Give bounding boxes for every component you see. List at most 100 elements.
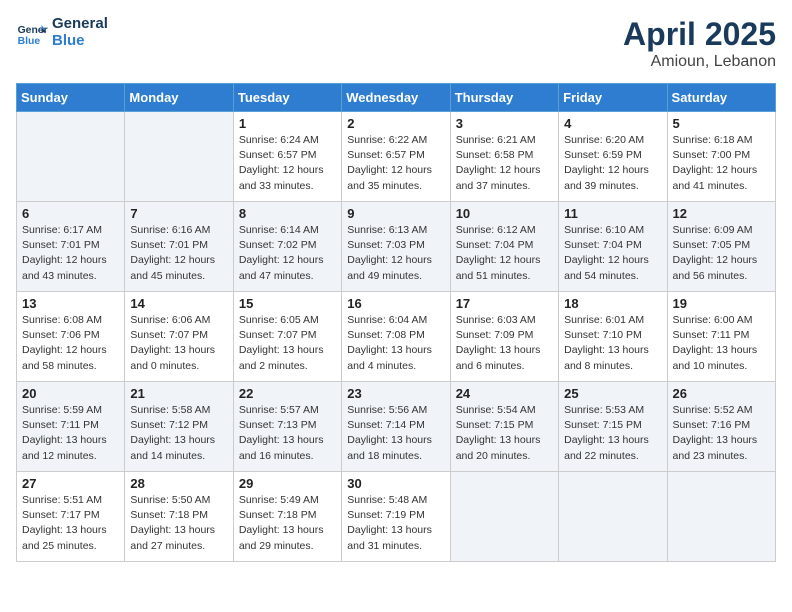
calendar-cell: 30 Sunrise: 5:48 AM Sunset: 7:19 PM Dayli… [342, 472, 450, 562]
day-number: 14 [130, 296, 227, 311]
day-info: Sunrise: 6:18 AM Sunset: 7:00 PM Dayligh… [673, 133, 770, 194]
day-number: 5 [673, 116, 770, 131]
calendar-cell: 22 Sunrise: 5:57 AM Sunset: 7:13 PM Dayli… [233, 382, 341, 472]
calendar-week-1: 1Sunrise: 6:24 AM Sunset: 6:57 PM Daylig… [17, 112, 776, 202]
day-info: Sunrise: 5:52 AM Sunset: 7:16 PM Dayligh… [673, 403, 770, 464]
calendar-cell: 3 Sunrise: 6:21 AM Sunset: 6:58 PM Daylig… [450, 112, 558, 202]
day-info: Sunrise: 6:04 AM Sunset: 7:08 PM Dayligh… [347, 313, 444, 374]
calendar-cell: 2 Sunrise: 6:22 AM Sunset: 6:57 PM Daylig… [342, 112, 450, 202]
calendar-table: SundayMondayTuesdayWednesdayThursdayFrid… [16, 83, 776, 562]
calendar-cell: 14 Sunrise: 6:06 AM Sunset: 7:07 PM Dayli… [125, 292, 233, 382]
day-number: 17 [456, 296, 553, 311]
day-number: 20 [22, 386, 119, 401]
calendar-cell: 8 Sunrise: 6:14 AM Sunset: 7:02 PM Daylig… [233, 202, 341, 292]
day-number: 13 [22, 296, 119, 311]
day-number: 4 [564, 116, 661, 131]
calendar-cell: 25Sunrise: 5:53 AM Sunset: 7:15 PM Dayli… [559, 382, 667, 472]
calendar-cell: 17 Sunrise: 6:03 AM Sunset: 7:09 PM Dayli… [450, 292, 558, 382]
day-number: 30 [347, 476, 444, 491]
day-number: 15 [239, 296, 336, 311]
svg-text:Blue: Blue [18, 36, 41, 47]
calendar-cell: 29 Sunrise: 5:49 AM Sunset: 7:18 PM Dayli… [233, 472, 341, 562]
day-number: 19 [673, 296, 770, 311]
calendar-cell: 5 Sunrise: 6:18 AM Sunset: 7:00 PM Daylig… [667, 112, 775, 202]
day-info: Sunrise: 6:03 AM Sunset: 7:09 PM Dayligh… [456, 313, 553, 374]
day-number: 7 [130, 206, 227, 221]
day-number: 10 [456, 206, 553, 221]
calendar-week-2: 6 Sunrise: 6:17 AM Sunset: 7:01 PM Daylig… [17, 202, 776, 292]
calendar-cell: 7 Sunrise: 6:16 AM Sunset: 7:01 PM Daylig… [125, 202, 233, 292]
calendar-cell: 13 Sunrise: 6:08 AM Sunset: 7:06 PM Dayli… [17, 292, 125, 382]
day-number: 9 [347, 206, 444, 221]
calendar-cell [667, 472, 775, 562]
day-info: Sunrise: 6:14 AM Sunset: 7:02 PM Dayligh… [239, 223, 336, 284]
day-number: 2 [347, 116, 444, 131]
day-number: 3 [456, 116, 553, 131]
calendar-cell: 19 Sunrise: 6:00 AM Sunset: 7:11 PM Dayli… [667, 292, 775, 382]
calendar-cell: 28Sunrise: 5:50 AM Sunset: 7:18 PM Dayli… [125, 472, 233, 562]
day-info: Sunrise: 5:54 AM Sunset: 7:15 PM Dayligh… [456, 403, 553, 464]
day-info: Sunrise: 5:56 AM Sunset: 7:14 PM Dayligh… [347, 403, 444, 464]
calendar-cell: 4 Sunrise: 6:20 AM Sunset: 6:59 PM Daylig… [559, 112, 667, 202]
day-info: Sunrise: 6:10 AM Sunset: 7:04 PM Dayligh… [564, 223, 661, 284]
calendar-cell: 20 Sunrise: 5:59 AM Sunset: 7:11 PM Dayli… [17, 382, 125, 472]
day-number: 24 [456, 386, 553, 401]
day-info: Sunrise: 6:13 AM Sunset: 7:03 PM Dayligh… [347, 223, 444, 284]
day-info: Sunrise: 6:20 AM Sunset: 6:59 PM Dayligh… [564, 133, 661, 194]
logo-icon: General Blue [16, 17, 48, 49]
day-number: 6 [22, 206, 119, 221]
day-number: 12 [673, 206, 770, 221]
calendar-week-5: 27 Sunrise: 5:51 AM Sunset: 7:17 PM Dayli… [17, 472, 776, 562]
day-info: Sunrise: 5:57 AM Sunset: 7:13 PM Dayligh… [239, 403, 336, 464]
day-info: Sunrise: 6:21 AM Sunset: 6:58 PM Dayligh… [456, 133, 553, 194]
calendar-cell: 18Sunrise: 6:01 AM Sunset: 7:10 PM Dayli… [559, 292, 667, 382]
day-info: Sunrise: 6:06 AM Sunset: 7:07 PM Dayligh… [130, 313, 227, 374]
header-cell-monday: Monday [125, 84, 233, 112]
day-number: 8 [239, 206, 336, 221]
day-info: Sunrise: 6:09 AM Sunset: 7:05 PM Dayligh… [673, 223, 770, 284]
day-number: 23 [347, 386, 444, 401]
day-number: 29 [239, 476, 336, 491]
page-header: General Blue General Blue April 2025 Ami… [16, 16, 776, 71]
calendar-cell [17, 112, 125, 202]
calendar-cell: 12 Sunrise: 6:09 AM Sunset: 7:05 PM Dayli… [667, 202, 775, 292]
header-cell-tuesday: Tuesday [233, 84, 341, 112]
day-info: Sunrise: 5:59 AM Sunset: 7:11 PM Dayligh… [22, 403, 119, 464]
calendar-cell: 15 Sunrise: 6:05 AM Sunset: 7:07 PM Dayli… [233, 292, 341, 382]
day-number: 11 [564, 206, 661, 221]
header-cell-wednesday: Wednesday [342, 84, 450, 112]
calendar-week-4: 20 Sunrise: 5:59 AM Sunset: 7:11 PM Dayli… [17, 382, 776, 472]
header-cell-thursday: Thursday [450, 84, 558, 112]
day-info: Sunrise: 6:22 AM Sunset: 6:57 PM Dayligh… [347, 133, 444, 194]
calendar-cell: 6 Sunrise: 6:17 AM Sunset: 7:01 PM Daylig… [17, 202, 125, 292]
header-row: SundayMondayTuesdayWednesdayThursdayFrid… [17, 84, 776, 112]
day-info: Sunrise: 6:05 AM Sunset: 7:07 PM Dayligh… [239, 313, 336, 374]
day-info: Sunrise: 5:51 AM Sunset: 7:17 PM Dayligh… [22, 493, 119, 554]
day-info: Sunrise: 6:00 AM Sunset: 7:11 PM Dayligh… [673, 313, 770, 374]
day-info: Sunrise: 5:58 AM Sunset: 7:12 PM Dayligh… [130, 403, 227, 464]
day-info: Sunrise: 6:17 AM Sunset: 7:01 PM Dayligh… [22, 223, 119, 284]
day-info: Sunrise: 5:49 AM Sunset: 7:18 PM Dayligh… [239, 493, 336, 554]
calendar-cell: 16Sunrise: 6:04 AM Sunset: 7:08 PM Dayli… [342, 292, 450, 382]
day-info: Sunrise: 5:48 AM Sunset: 7:19 PM Dayligh… [347, 493, 444, 554]
day-number: 1 [239, 116, 336, 131]
day-number: 27 [22, 476, 119, 491]
logo-general: General [52, 16, 108, 33]
calendar-week-3: 13 Sunrise: 6:08 AM Sunset: 7:06 PM Dayli… [17, 292, 776, 382]
day-info: Sunrise: 6:16 AM Sunset: 7:01 PM Dayligh… [130, 223, 227, 284]
day-number: 21 [130, 386, 227, 401]
calendar-cell [450, 472, 558, 562]
logo-blue: Blue [52, 33, 108, 50]
calendar-cell: 27 Sunrise: 5:51 AM Sunset: 7:17 PM Dayli… [17, 472, 125, 562]
calendar-title: April 2025 [623, 16, 776, 53]
header-cell-saturday: Saturday [667, 84, 775, 112]
calendar-cell: 11 Sunrise: 6:10 AM Sunset: 7:04 PM Dayli… [559, 202, 667, 292]
day-number: 18 [564, 296, 661, 311]
day-number: 22 [239, 386, 336, 401]
calendar-cell [559, 472, 667, 562]
day-info: Sunrise: 6:08 AM Sunset: 7:06 PM Dayligh… [22, 313, 119, 374]
calendar-cell: 21 Sunrise: 5:58 AM Sunset: 7:12 PM Dayli… [125, 382, 233, 472]
calendar-cell: 1Sunrise: 6:24 AM Sunset: 6:57 PM Daylig… [233, 112, 341, 202]
day-number: 26 [673, 386, 770, 401]
day-info: Sunrise: 6:12 AM Sunset: 7:04 PM Dayligh… [456, 223, 553, 284]
